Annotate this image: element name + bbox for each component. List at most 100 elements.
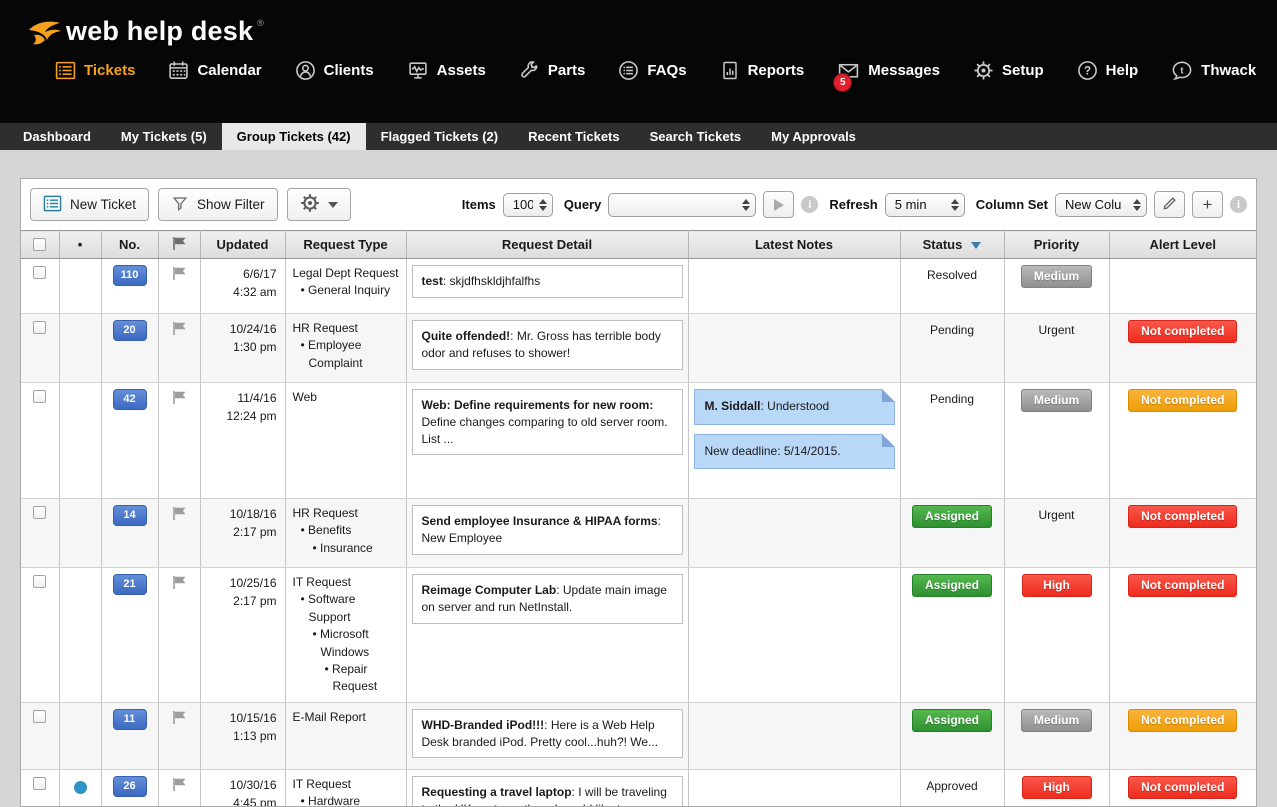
- select-all-checkbox[interactable]: [33, 238, 46, 251]
- request-type-line: • Repair Request: [291, 661, 401, 696]
- nav-item-reports[interactable]: Reports: [720, 60, 805, 81]
- priority-badge: High: [1022, 776, 1092, 799]
- col-header-priority[interactable]: Priority: [1004, 231, 1109, 259]
- flag-icon[interactable]: [172, 390, 186, 408]
- nav-item-label: Assets: [437, 62, 486, 79]
- ticket-number-badge[interactable]: 110: [113, 265, 147, 286]
- col-header-status[interactable]: Status: [900, 231, 1004, 259]
- refresh-select[interactable]: 5 min: [885, 193, 965, 217]
- show-filter-button[interactable]: Show Filter: [158, 188, 278, 221]
- col-header-col[interactable]: •: [59, 231, 101, 259]
- row-checkbox[interactable]: [33, 575, 46, 588]
- tab-recent-tickets[interactable]: Recent Tickets: [513, 123, 635, 150]
- flag-icon[interactable]: [172, 575, 186, 593]
- ticket-number-badge[interactable]: 11: [113, 709, 147, 730]
- nav-item-thwack[interactable]: tThwack: [1171, 60, 1256, 81]
- unread-cell: [59, 259, 101, 314]
- column-set-info-icon[interactable]: i: [1230, 196, 1247, 213]
- solarwinds-swirl-icon: [28, 19, 62, 47]
- flag-icon[interactable]: [172, 266, 186, 284]
- col-header-no[interactable]: No.: [101, 231, 158, 259]
- tab-my-approvals[interactable]: My Approvals: [756, 123, 871, 150]
- items-select[interactable]: 100: [503, 193, 553, 217]
- flag-icon[interactable]: [172, 710, 186, 728]
- request-type-cell: IT Request• Hardware Support• Laptop• Lo…: [285, 769, 406, 807]
- row-checkbox[interactable]: [33, 506, 46, 519]
- run-query-button[interactable]: [763, 191, 794, 218]
- request-detail-subject: WHD-Branded iPod!!!: [422, 718, 545, 732]
- request-detail-box[interactable]: test: skjdfhskldjhfalfhs: [412, 265, 683, 298]
- updated-line: 12:24 pm: [206, 407, 277, 425]
- request-detail-box[interactable]: Send employee Insurance & HIPAA forms: N…: [412, 505, 683, 555]
- nav-item-calendar[interactable]: Calendar: [168, 60, 261, 81]
- add-column-set-button[interactable]: +: [1192, 191, 1223, 218]
- edit-column-set-button[interactable]: [1154, 191, 1185, 218]
- ticket-number-badge[interactable]: 20: [113, 320, 147, 341]
- nav-item-setup[interactable]: Setup: [973, 60, 1044, 81]
- flag-cell: [158, 499, 200, 568]
- table-options-button[interactable]: [287, 188, 351, 221]
- column-set-select[interactable]: New Colu: [1055, 193, 1147, 217]
- ticket-number-badge[interactable]: 21: [113, 574, 147, 595]
- show-filter-label: Show Filter: [197, 197, 265, 212]
- ticket-number-badge[interactable]: 42: [113, 389, 147, 410]
- tab-search-tickets[interactable]: Search Tickets: [635, 123, 757, 150]
- request-detail-box[interactable]: WHD-Branded iPod!!!: Here is a Web Help …: [412, 709, 683, 759]
- request-type-line: • Employee Complaint: [291, 337, 401, 372]
- nav-item-help[interactable]: ?Help: [1077, 60, 1139, 81]
- flag-icon[interactable]: [172, 777, 186, 795]
- select-cell: [21, 568, 59, 703]
- col-header-flag[interactable]: [158, 231, 200, 259]
- messages-badge: 5: [834, 74, 851, 91]
- nav-item-faqs[interactable]: FAQs: [618, 60, 686, 81]
- col-header-request-detail[interactable]: Request Detail: [406, 231, 688, 259]
- flag-icon[interactable]: [172, 321, 186, 339]
- note-bubble[interactable]: M. Siddall: Understood: [694, 389, 895, 425]
- status-badge: Resolved: [927, 268, 977, 282]
- col-header-updated[interactable]: Updated: [200, 231, 285, 259]
- alert-level-cell: Not completed: [1109, 383, 1256, 499]
- row-checkbox[interactable]: [33, 321, 46, 334]
- row-checkbox[interactable]: [33, 710, 46, 723]
- row-checkbox[interactable]: [33, 266, 46, 279]
- flag-icon: [172, 236, 186, 254]
- request-detail-box[interactable]: Web: Define requirements for new room: D…: [412, 389, 683, 455]
- tab-group-tickets-42[interactable]: Group Tickets (42): [222, 123, 366, 150]
- svg-text:?: ?: [1084, 66, 1091, 78]
- status-badge: Pending: [930, 392, 974, 406]
- nav-item-assets[interactable]: Assets: [407, 60, 486, 81]
- request-detail-cell: Reimage Computer Lab: Update main image …: [406, 568, 688, 703]
- flag-cell: [158, 383, 200, 499]
- col-header-select-all[interactable]: [21, 231, 59, 259]
- query-select[interactable]: [608, 193, 756, 217]
- nav-item-label: Parts: [548, 62, 586, 79]
- col-header-latest-notes[interactable]: Latest Notes: [688, 231, 900, 259]
- col-header-alert-level[interactable]: Alert Level: [1109, 231, 1256, 259]
- priority-cell: Medium: [1004, 702, 1109, 769]
- row-checkbox[interactable]: [33, 390, 46, 403]
- tab-dashboard[interactable]: Dashboard: [8, 123, 106, 150]
- note-bubble[interactable]: New deadline: 5/14/2015.: [694, 434, 895, 470]
- col-header-request-type[interactable]: Request Type: [285, 231, 406, 259]
- nav-item-tickets[interactable]: Tickets: [55, 60, 135, 81]
- tab-flagged-tickets-2[interactable]: Flagged Tickets (2): [366, 123, 514, 150]
- select-cell: [21, 769, 59, 807]
- nav-item-clients[interactable]: Clients: [295, 60, 374, 81]
- request-detail-box[interactable]: Requesting a travel laptop: I will be tr…: [412, 776, 683, 807]
- updated-line: 1:13 pm: [206, 727, 277, 745]
- request-type-line: HR Request: [291, 505, 401, 522]
- query-label: Query: [564, 197, 602, 212]
- request-detail-box[interactable]: Reimage Computer Lab: Update main image …: [412, 574, 683, 624]
- row-checkbox[interactable]: [33, 777, 46, 790]
- query-info-icon[interactable]: i: [801, 196, 818, 213]
- alert-level-cell: Not completed: [1109, 769, 1256, 807]
- ticket-number-badge[interactable]: 14: [113, 505, 147, 526]
- request-detail-box[interactable]: Quite offended!: Mr. Gross has terrible …: [412, 320, 683, 370]
- top-header: web help desk ® TicketsCalendarClientsAs…: [0, 0, 1277, 123]
- flag-icon[interactable]: [172, 506, 186, 524]
- tab-my-tickets-5[interactable]: My Tickets (5): [106, 123, 222, 150]
- new-ticket-button[interactable]: New Ticket: [30, 188, 149, 221]
- nav-item-parts[interactable]: Parts: [519, 60, 586, 81]
- nav-item-messages[interactable]: 5Messages: [837, 60, 940, 81]
- ticket-number-badge[interactable]: 26: [113, 776, 147, 797]
